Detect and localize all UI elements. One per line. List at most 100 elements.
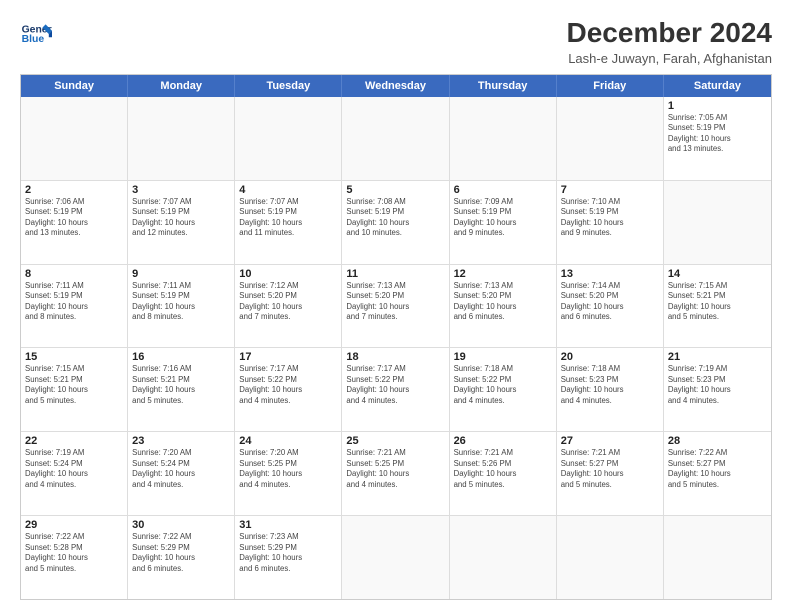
day-info: Sunrise: 7:11 AMSunset: 5:19 PMDaylight:… bbox=[132, 281, 230, 323]
calendar-cell-6: 6Sunrise: 7:09 AMSunset: 5:19 PMDaylight… bbox=[450, 181, 557, 264]
page: General Blue December 2024 Lash-e Juwayn… bbox=[0, 0, 792, 612]
calendar-cell-21: 21Sunrise: 7:19 AMSunset: 5:23 PMDayligh… bbox=[664, 348, 771, 431]
day-info: Sunrise: 7:20 AMSunset: 5:24 PMDaylight:… bbox=[132, 448, 230, 490]
calendar-cell-8: 8Sunrise: 7:11 AMSunset: 5:19 PMDaylight… bbox=[21, 265, 128, 348]
day-number: 19 bbox=[454, 351, 552, 363]
calendar-cell-empty bbox=[342, 516, 449, 599]
calendar-cell-11: 11Sunrise: 7:13 AMSunset: 5:20 PMDayligh… bbox=[342, 265, 449, 348]
day-info: Sunrise: 7:07 AMSunset: 5:19 PMDaylight:… bbox=[132, 197, 230, 239]
day-number: 22 bbox=[25, 435, 123, 447]
calendar-cell-19: 19Sunrise: 7:18 AMSunset: 5:22 PMDayligh… bbox=[450, 348, 557, 431]
calendar-cell-4: 4Sunrise: 7:07 AMSunset: 5:19 PMDaylight… bbox=[235, 181, 342, 264]
calendar-cell-15: 15Sunrise: 7:15 AMSunset: 5:21 PMDayligh… bbox=[21, 348, 128, 431]
calendar-cell-3: 3Sunrise: 7:07 AMSunset: 5:19 PMDaylight… bbox=[128, 181, 235, 264]
weekday-header-tuesday: Tuesday bbox=[235, 75, 342, 97]
day-number: 2 bbox=[25, 184, 123, 196]
calendar-cell-empty bbox=[664, 516, 771, 599]
day-number: 4 bbox=[239, 184, 337, 196]
day-info: Sunrise: 7:22 AMSunset: 5:27 PMDaylight:… bbox=[668, 448, 767, 490]
calendar-cell-27: 27Sunrise: 7:21 AMSunset: 5:27 PMDayligh… bbox=[557, 432, 664, 515]
calendar-cell-22: 22Sunrise: 7:19 AMSunset: 5:24 PMDayligh… bbox=[21, 432, 128, 515]
calendar-cell-23: 23Sunrise: 7:20 AMSunset: 5:24 PMDayligh… bbox=[128, 432, 235, 515]
day-info: Sunrise: 7:05 AMSunset: 5:19 PMDaylight:… bbox=[668, 113, 767, 155]
calendar-cell-14: 14Sunrise: 7:15 AMSunset: 5:21 PMDayligh… bbox=[664, 265, 771, 348]
day-info: Sunrise: 7:18 AMSunset: 5:22 PMDaylight:… bbox=[454, 364, 552, 406]
weekday-header-thursday: Thursday bbox=[450, 75, 557, 97]
location: Lash-e Juwayn, Farah, Afghanistan bbox=[567, 51, 772, 66]
day-number: 7 bbox=[561, 184, 659, 196]
day-info: Sunrise: 7:06 AMSunset: 5:19 PMDaylight:… bbox=[25, 197, 123, 239]
calendar-cell-24: 24Sunrise: 7:20 AMSunset: 5:25 PMDayligh… bbox=[235, 432, 342, 515]
day-info: Sunrise: 7:21 AMSunset: 5:25 PMDaylight:… bbox=[346, 448, 444, 490]
day-info: Sunrise: 7:21 AMSunset: 5:26 PMDaylight:… bbox=[454, 448, 552, 490]
calendar-cell-7: 7Sunrise: 7:10 AMSunset: 5:19 PMDaylight… bbox=[557, 181, 664, 264]
calendar-cell-31: 31Sunrise: 7:23 AMSunset: 5:29 PMDayligh… bbox=[235, 516, 342, 599]
day-number: 10 bbox=[239, 268, 337, 280]
day-number: 15 bbox=[25, 351, 123, 363]
day-info: Sunrise: 7:17 AMSunset: 5:22 PMDaylight:… bbox=[346, 364, 444, 406]
calendar-cell-1: 1Sunrise: 7:05 AMSunset: 5:19 PMDaylight… bbox=[664, 97, 771, 180]
day-info: Sunrise: 7:21 AMSunset: 5:27 PMDaylight:… bbox=[561, 448, 659, 490]
month-title: December 2024 bbox=[567, 18, 772, 49]
calendar-cell-empty bbox=[342, 97, 449, 180]
logo: General Blue bbox=[20, 18, 52, 50]
day-info: Sunrise: 7:15 AMSunset: 5:21 PMDaylight:… bbox=[668, 281, 767, 323]
calendar-row: 8Sunrise: 7:11 AMSunset: 5:19 PMDaylight… bbox=[21, 264, 771, 348]
day-info: Sunrise: 7:22 AMSunset: 5:29 PMDaylight:… bbox=[132, 532, 230, 574]
day-number: 6 bbox=[454, 184, 552, 196]
day-info: Sunrise: 7:15 AMSunset: 5:21 PMDaylight:… bbox=[25, 364, 123, 406]
day-info: Sunrise: 7:19 AMSunset: 5:23 PMDaylight:… bbox=[668, 364, 767, 406]
day-number: 5 bbox=[346, 184, 444, 196]
calendar-row: 29Sunrise: 7:22 AMSunset: 5:28 PMDayligh… bbox=[21, 515, 771, 599]
day-info: Sunrise: 7:22 AMSunset: 5:28 PMDaylight:… bbox=[25, 532, 123, 574]
day-info: Sunrise: 7:14 AMSunset: 5:20 PMDaylight:… bbox=[561, 281, 659, 323]
calendar-cell-29: 29Sunrise: 7:22 AMSunset: 5:28 PMDayligh… bbox=[21, 516, 128, 599]
weekday-header-wednesday: Wednesday bbox=[342, 75, 449, 97]
calendar-cell-empty bbox=[235, 97, 342, 180]
day-info: Sunrise: 7:08 AMSunset: 5:19 PMDaylight:… bbox=[346, 197, 444, 239]
day-number: 11 bbox=[346, 268, 444, 280]
calendar-cell-17: 17Sunrise: 7:17 AMSunset: 5:22 PMDayligh… bbox=[235, 348, 342, 431]
day-number: 21 bbox=[668, 351, 767, 363]
day-info: Sunrise: 7:20 AMSunset: 5:25 PMDaylight:… bbox=[239, 448, 337, 490]
calendar-cell-empty bbox=[557, 97, 664, 180]
day-number: 29 bbox=[25, 519, 123, 531]
calendar-cell-26: 26Sunrise: 7:21 AMSunset: 5:26 PMDayligh… bbox=[450, 432, 557, 515]
day-number: 1 bbox=[668, 100, 767, 112]
day-info: Sunrise: 7:11 AMSunset: 5:19 PMDaylight:… bbox=[25, 281, 123, 323]
calendar-header: SundayMondayTuesdayWednesdayThursdayFrid… bbox=[21, 75, 771, 97]
calendar-cell-9: 9Sunrise: 7:11 AMSunset: 5:19 PMDaylight… bbox=[128, 265, 235, 348]
day-number: 30 bbox=[132, 519, 230, 531]
day-info: Sunrise: 7:13 AMSunset: 5:20 PMDaylight:… bbox=[454, 281, 552, 323]
day-number: 14 bbox=[668, 268, 767, 280]
day-number: 31 bbox=[239, 519, 337, 531]
day-info: Sunrise: 7:17 AMSunset: 5:22 PMDaylight:… bbox=[239, 364, 337, 406]
calendar-cell-empty bbox=[557, 516, 664, 599]
calendar-cell-30: 30Sunrise: 7:22 AMSunset: 5:29 PMDayligh… bbox=[128, 516, 235, 599]
day-info: Sunrise: 7:12 AMSunset: 5:20 PMDaylight:… bbox=[239, 281, 337, 323]
day-number: 18 bbox=[346, 351, 444, 363]
calendar-row: 2Sunrise: 7:06 AMSunset: 5:19 PMDaylight… bbox=[21, 180, 771, 264]
day-number: 28 bbox=[668, 435, 767, 447]
calendar-cell-5: 5Sunrise: 7:08 AMSunset: 5:19 PMDaylight… bbox=[342, 181, 449, 264]
calendar-row: 15Sunrise: 7:15 AMSunset: 5:21 PMDayligh… bbox=[21, 347, 771, 431]
calendar-cell-empty bbox=[664, 181, 771, 264]
calendar-cell-18: 18Sunrise: 7:17 AMSunset: 5:22 PMDayligh… bbox=[342, 348, 449, 431]
day-info: Sunrise: 7:09 AMSunset: 5:19 PMDaylight:… bbox=[454, 197, 552, 239]
calendar-cell-empty bbox=[128, 97, 235, 180]
calendar-cell-empty bbox=[21, 97, 128, 180]
calendar-cell-13: 13Sunrise: 7:14 AMSunset: 5:20 PMDayligh… bbox=[557, 265, 664, 348]
day-number: 3 bbox=[132, 184, 230, 196]
calendar-row: 22Sunrise: 7:19 AMSunset: 5:24 PMDayligh… bbox=[21, 431, 771, 515]
day-number: 27 bbox=[561, 435, 659, 447]
logo-icon: General Blue bbox=[20, 18, 52, 50]
svg-text:Blue: Blue bbox=[22, 34, 45, 45]
header: General Blue December 2024 Lash-e Juwayn… bbox=[20, 18, 772, 66]
day-number: 26 bbox=[454, 435, 552, 447]
day-number: 9 bbox=[132, 268, 230, 280]
day-info: Sunrise: 7:18 AMSunset: 5:23 PMDaylight:… bbox=[561, 364, 659, 406]
day-number: 25 bbox=[346, 435, 444, 447]
day-info: Sunrise: 7:19 AMSunset: 5:24 PMDaylight:… bbox=[25, 448, 123, 490]
day-info: Sunrise: 7:16 AMSunset: 5:21 PMDaylight:… bbox=[132, 364, 230, 406]
calendar-row: 1Sunrise: 7:05 AMSunset: 5:19 PMDaylight… bbox=[21, 97, 771, 180]
